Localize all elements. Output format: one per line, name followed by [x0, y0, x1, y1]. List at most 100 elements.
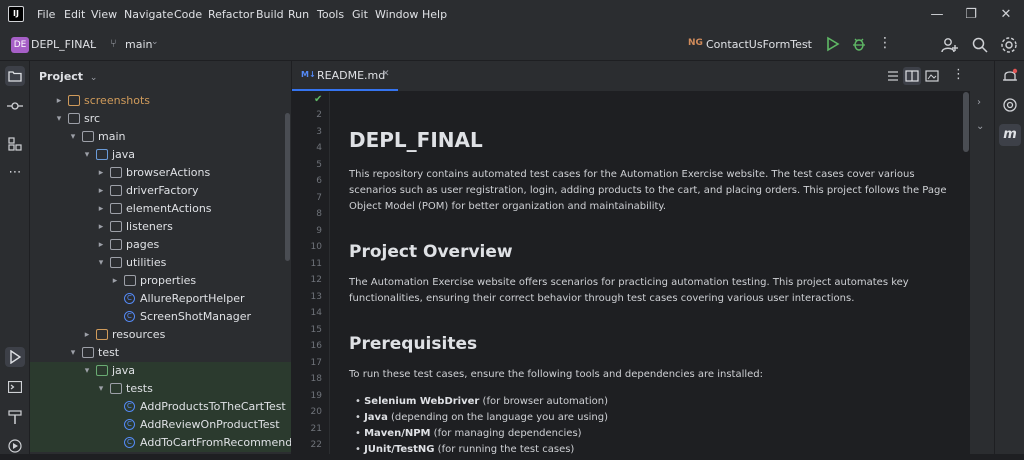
- list-item: • JUnit/TestNG (for running the test cas…: [349, 442, 949, 454]
- tree-item[interactable]: ▸ browserActions: [30, 164, 291, 182]
- chevron-down-icon[interactable]: ⌄: [976, 121, 984, 132]
- chevron-right-icon[interactable]: ▸: [96, 236, 106, 254]
- list-item-bold: Selenium WebDriver: [364, 396, 480, 407]
- chevron-down-icon[interactable]: ▾: [68, 128, 78, 146]
- tree-item-label: pages: [126, 238, 160, 251]
- more-actions-icon[interactable]: ⋮: [878, 35, 892, 51]
- problems-icon[interactable]: [5, 436, 25, 456]
- tree-item[interactable]: ▸ pages: [30, 236, 291, 254]
- folder-icon: [110, 257, 122, 268]
- tree-item[interactable]: ▾ utilities: [30, 254, 291, 272]
- markdown-preview: DEPL_FINAL This repository contains auto…: [292, 92, 962, 454]
- bullet-icon: •: [355, 412, 365, 423]
- list-item-text: (for running the test cases): [434, 444, 575, 454]
- app-logo-icon[interactable]: IJ: [8, 6, 24, 22]
- menu-file[interactable]: File: [37, 8, 55, 21]
- build-hammer-icon[interactable]: [5, 407, 25, 427]
- chevron-right-icon[interactable]: ▸: [96, 182, 106, 200]
- markdown-m-icon[interactable]: m: [999, 124, 1021, 146]
- chevron-down-icon[interactable]: ▾: [82, 362, 92, 380]
- tree-item[interactable]: ▸ properties: [30, 272, 291, 290]
- tree-item[interactable]: C AllureReportHelper: [30, 290, 291, 308]
- chevron-right-icon[interactable]: ▸: [96, 200, 106, 218]
- run-icon[interactable]: [826, 36, 840, 52]
- run-config-selector[interactable]: NG ContactUsFormTest ⌄: [688, 36, 816, 56]
- tree-item[interactable]: ▸ driverFactory: [30, 182, 291, 200]
- menu-run[interactable]: Run: [288, 8, 309, 21]
- menu-tools[interactable]: Tools: [317, 8, 344, 21]
- tree-scrollbar[interactable]: [285, 113, 290, 261]
- project-badge: DE: [11, 37, 29, 53]
- project-tool-icon[interactable]: [5, 66, 25, 86]
- run-config-name: ContactUsFormTest: [706, 38, 812, 51]
- project-panel-header[interactable]: Project ⌄: [39, 69, 97, 85]
- ai-assistant-icon[interactable]: [1002, 97, 1018, 113]
- left-tool-strip: ⋯: [0, 61, 30, 454]
- chevron-down-icon[interactable]: ▾: [68, 344, 78, 362]
- editor-scrollbar[interactable]: [963, 92, 969, 152]
- minimize-icon[interactable]: —: [928, 6, 946, 24]
- chevron-down-icon[interactable]: ▾: [54, 110, 64, 128]
- tree-item[interactable]: C AddToCartFromRecommendedIt: [30, 434, 291, 452]
- chevron-down-icon[interactable]: ▾: [82, 146, 92, 164]
- list-item-text: (for managing dependencies): [430, 428, 582, 439]
- chevron-down-icon[interactable]: ▾: [96, 380, 106, 398]
- editor-only-icon[interactable]: [886, 69, 900, 83]
- tree-item[interactable]: ▸ resources: [30, 326, 291, 344]
- search-icon[interactable]: [971, 36, 989, 54]
- restore-icon[interactable]: ❐: [962, 6, 980, 24]
- notifications-bell-icon[interactable]: [1002, 68, 1018, 84]
- list-item-bold: Java: [364, 412, 388, 423]
- commit-tool-icon[interactable]: [5, 96, 25, 116]
- chevron-down-icon[interactable]: ▾: [96, 254, 106, 272]
- project-selector[interactable]: DE DEPL_FINAL ⌄: [8, 36, 100, 56]
- debug-icon[interactable]: [851, 36, 867, 52]
- tab-readme[interactable]: M↓ README.md ✕: [292, 61, 398, 91]
- chevron-down-icon: ⌄: [89, 73, 98, 83]
- tree-item[interactable]: ▾ main: [30, 128, 291, 146]
- close-tab-icon[interactable]: ✕: [382, 69, 390, 79]
- tree-item[interactable]: ▸ listeners: [30, 218, 291, 236]
- tree-item[interactable]: ▾ tests: [30, 380, 291, 398]
- tree-item[interactable]: C ScreenShotManager: [30, 308, 291, 326]
- folder-icon: [110, 221, 122, 232]
- chevron-right-icon[interactable]: ▸: [96, 164, 106, 182]
- tree-item[interactable]: ▾ src: [30, 110, 291, 128]
- list-item-text: (for browser automation): [479, 396, 608, 407]
- tree-item[interactable]: C AddReviewOnProductTest: [30, 416, 291, 434]
- run-tool-icon[interactable]: [5, 347, 25, 367]
- settings-gear-icon[interactable]: [1000, 36, 1018, 54]
- tree-item[interactable]: ▸ elementActions: [30, 200, 291, 218]
- menu-edit[interactable]: Edit: [64, 8, 85, 21]
- structure-tool-icon[interactable]: [5, 134, 25, 154]
- terminal-tool-icon[interactable]: [5, 377, 25, 397]
- preview-only-icon[interactable]: [925, 69, 939, 83]
- branch-name: main: [125, 38, 153, 51]
- tree-item[interactable]: ▾ java: [30, 146, 291, 164]
- add-user-icon[interactable]: [941, 36, 959, 54]
- menu-refactor[interactable]: Refactor: [208, 8, 254, 21]
- tree-item[interactable]: ▾ java: [30, 362, 291, 380]
- split-view-icon[interactable]: [903, 67, 921, 85]
- menu-navigate[interactable]: Navigate: [124, 8, 173, 21]
- menu-window[interactable]: Window: [375, 8, 418, 21]
- chevron-right-icon[interactable]: ▸: [82, 326, 92, 344]
- menu-view[interactable]: View: [91, 8, 117, 21]
- menu-help[interactable]: Help: [422, 8, 447, 21]
- branch-selector[interactable]: ⑂ main ⌄: [108, 36, 168, 56]
- chevron-right-icon[interactable]: ▸: [110, 272, 120, 290]
- tree-item[interactable]: ▸ screenshots: [30, 92, 291, 110]
- tree-item[interactable]: ▾ test: [30, 344, 291, 362]
- menu-git[interactable]: Git: [352, 8, 368, 21]
- close-icon[interactable]: ✕: [997, 6, 1015, 24]
- chevron-right-icon[interactable]: ▸: [96, 218, 106, 236]
- folder-icon: [124, 275, 136, 286]
- more-tools-icon[interactable]: ⋯: [5, 163, 25, 183]
- folder-icon: [96, 365, 108, 376]
- tree-item[interactable]: C AddProductsToTheCartTest: [30, 398, 291, 416]
- menu-build[interactable]: Build: [256, 8, 284, 21]
- menu-code[interactable]: Code: [174, 8, 202, 21]
- chevron-right-icon[interactable]: ▸: [54, 92, 64, 110]
- chevron-right-icon[interactable]: ›: [977, 97, 981, 108]
- more-tab-actions-icon[interactable]: ⋮: [952, 67, 965, 82]
